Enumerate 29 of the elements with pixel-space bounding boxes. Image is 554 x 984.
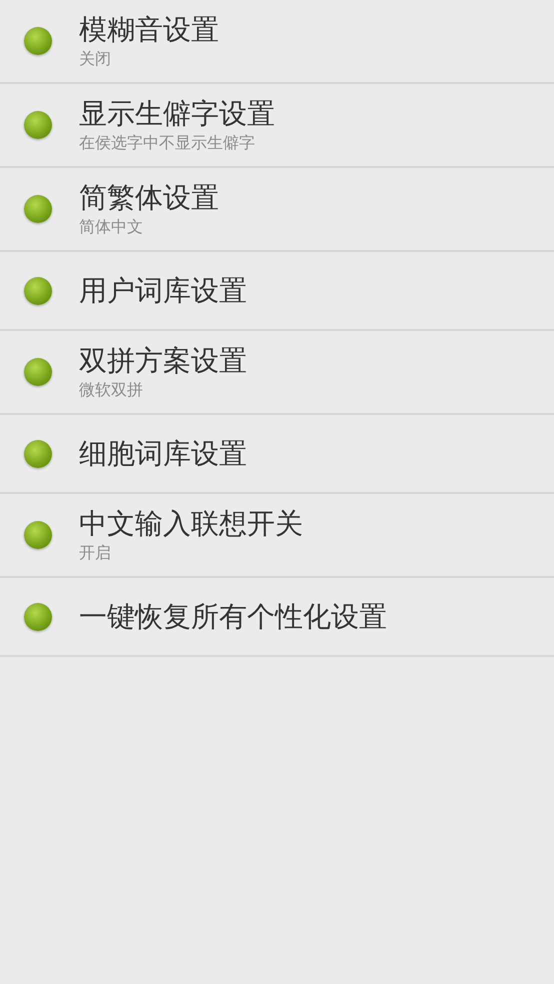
setting-title: 简繁体设置 [79, 180, 219, 216]
bullet-icon [24, 440, 52, 468]
setting-subtitle: 简体中文 [79, 216, 144, 238]
setting-title: 一键恢复所有个性化设置 [79, 598, 387, 634]
settings-row[interactable]: 模糊音设置 关闭 [0, 0, 554, 84]
settings-row[interactable]: 用户词库设置 [0, 252, 554, 331]
setting-title: 双拼方案设置 [79, 343, 247, 379]
setting-subtitle: 开启 [79, 542, 112, 564]
bullet-icon [24, 195, 52, 223]
bullet-icon [24, 111, 52, 139]
bullet-icon [24, 358, 52, 386]
bullet-icon [24, 276, 52, 304]
settings-row[interactable]: 中文输入联想开关 开启 [0, 494, 554, 578]
bullet-icon [24, 521, 52, 549]
setting-subtitle: 在侯选字中不显示生僻字 [79, 132, 256, 154]
setting-subtitle: 关闭 [79, 48, 112, 70]
settings-row[interactable]: 显示生僻字设置 在侯选字中不显示生僻字 [0, 84, 554, 168]
setting-subtitle: 微软双拼 [79, 379, 144, 401]
setting-title: 模糊音设置 [79, 12, 219, 48]
setting-title: 中文输入联想开关 [79, 506, 303, 542]
bullet-icon [24, 602, 52, 630]
settings-row[interactable]: 一键恢复所有个性化设置 [0, 578, 554, 657]
bullet-icon [24, 27, 52, 55]
setting-title: 显示生僻字设置 [79, 96, 275, 132]
settings-row[interactable]: 简繁体设置 简体中文 [0, 168, 554, 252]
settings-row[interactable]: 双拼方案设置 微软双拼 [0, 331, 554, 415]
settings-row[interactable]: 细胞词库设置 [0, 415, 554, 494]
setting-title: 用户词库设置 [79, 272, 247, 308]
setting-title: 细胞词库设置 [79, 436, 247, 472]
